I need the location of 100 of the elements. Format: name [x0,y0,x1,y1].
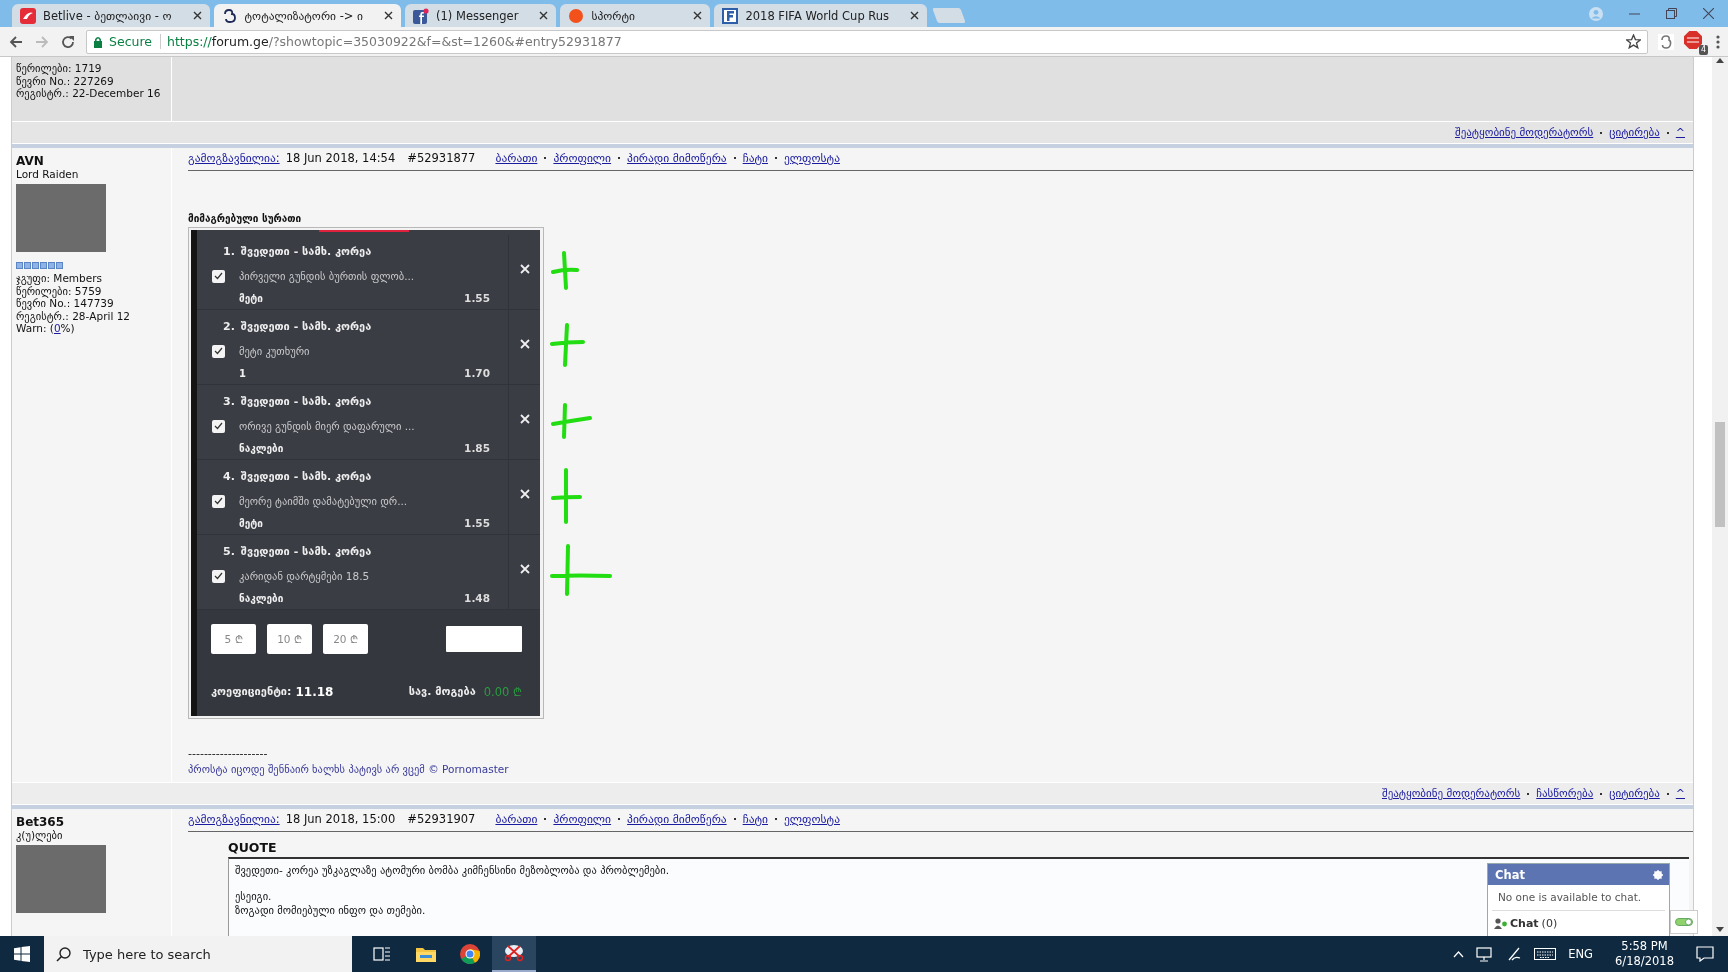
stake-button[interactable]: 20 ₾ [323,624,368,654]
profile-info: რეგისტრ.: 22-December 16 [16,87,162,100]
author-name: AVN [16,154,45,168]
post-action-link[interactable]: შეატყობინე მოდერატორს [1381,787,1521,800]
gear-icon[interactable] [1653,869,1663,880]
pick-label: 1 [239,367,247,379]
back-arrow-icon[interactable] [8,33,24,50]
selection-number: 3. [223,394,235,408]
chat-toggle[interactable] [1670,910,1698,934]
chevron-up-icon[interactable] [1453,950,1465,958]
browser-logo-icon[interactable] [460,944,480,964]
quote-text: შვედეთი- კორეა უზკაგლაზე ატომური ბომბა კიმჩენსინი მეზობლობა და პრობლემები. [235,863,670,877]
post-action-link[interactable]: ჩასწორება [1536,787,1594,800]
task-view-icon[interactable] [373,947,391,961]
scroll-down-icon[interactable] [1716,927,1724,933]
selection-number: 1. [223,244,235,258]
author-name: Bet365 [16,815,66,829]
win-amount: 0.00 ₾ [483,684,522,699]
post-action-link[interactable]: ^ [1675,126,1685,139]
post-number[interactable]: #52931877 [407,151,476,165]
browser-tab[interactable]: 2018 FIFA World Cup Rus [714,4,928,27]
notification-icon[interactable] [1696,946,1714,962]
post-action-link[interactable]: შეატყობინე მოდერატორს [1455,126,1594,139]
selection-number: 5. [223,544,235,558]
match-title: შვედეთი - სამხ. კორეა [240,469,372,483]
close-icon[interactable] [384,11,394,20]
checkbox[interactable] [211,269,225,283]
profile-link[interactable]: ჩატი [742,151,768,165]
selection-number: 4. [223,469,235,483]
close-icon[interactable] [693,11,703,20]
profile-link[interactable]: ბარათი [495,812,538,826]
keyboard-icon[interactable] [1534,948,1557,960]
browser-tab[interactable]: (1) Messenger [405,4,557,27]
match-title: შვედეთი - სამხ. კორეა [240,544,372,558]
total-odds: 11.18 [295,684,334,699]
clock-time: 5:58 PM [1620,939,1669,954]
checkbox[interactable] [211,344,225,358]
reload-icon[interactable] [60,33,76,50]
stake-input[interactable] [446,626,522,652]
post-action-link[interactable]: ციტირება [1609,126,1660,139]
scissors-app-icon[interactable] [503,943,525,963]
post-action-link[interactable]: ^ [1675,787,1685,800]
odds-value: 1.70 [464,367,490,379]
windows-logo-icon[interactable] [14,946,30,962]
market-name: ორივე გუნდის მიერ დაფარული ... [239,420,416,432]
address-field[interactable]: Secure https://forum.ge/?showtopic=35030922&f=&st=1260&#entry52931877 [86,29,1648,54]
scrollbar[interactable] [1712,57,1728,936]
restore-icon[interactable] [1666,8,1677,19]
stop-sign-icon[interactable] [1684,30,1702,49]
match-title: შვედეთი - სამხ. კორეა [240,244,372,258]
extension-icon[interactable] [1658,33,1674,50]
warn-link[interactable]: 0 [53,322,61,334]
profile-link[interactable]: პირადი მიმოწერა [627,812,727,826]
odds-value: 1.55 [464,517,490,529]
checkbox[interactable] [211,419,225,433]
profile-link[interactable]: ელფოსტა [784,812,840,826]
odds-value: 1.55 [464,292,490,304]
market-name: პირველი გუნდის ბურთის ფლობ... [239,270,416,282]
stake-button[interactable]: 10 ₾ [267,624,312,654]
posted-label[interactable]: გამოგზავნილია: [188,151,280,165]
pick-label: ნაკლები [239,592,285,604]
profile-link[interactable]: ბარათი [495,151,538,165]
network-icon[interactable] [1476,946,1495,962]
close-icon[interactable] [539,11,549,20]
match-title: შვედეთი - სამხ. კორეა [240,319,372,333]
stake-button[interactable]: 5 ₾ [211,624,256,654]
profile-link[interactable]: პირადი მიმოწერა [627,151,727,165]
profile-info: ჯგუფი: Members [16,272,103,285]
post-number[interactable]: #52931907 [407,812,476,826]
secure-label: Secure [109,34,161,49]
pen-icon[interactable] [1506,946,1523,962]
browser-tab[interactable]: Betlive - ბეთლაივი - ო [12,4,210,27]
pick-label: მეტი [239,292,264,304]
search-field[interactable]: Type here to search [44,936,352,972]
browser-tab[interactable]: ტოტალიზატორი -> ი [213,4,402,27]
close-icon[interactable] [910,11,920,20]
circle-logo-icon [568,7,585,24]
chat-count: (0) [1541,917,1558,930]
checkbox[interactable] [211,494,225,508]
profile-link[interactable]: პროფილი [553,812,612,826]
profile-link[interactable]: პროფილი [553,151,612,165]
folder-icon[interactable] [416,946,436,962]
profile-link[interactable]: ელფოსტა [784,151,840,165]
close-icon[interactable] [192,11,202,20]
f-logo-icon [722,7,739,24]
warn-level: Warn: (0%) [16,322,76,335]
odds-value: 1.48 [464,592,490,604]
quote-text: ზოგადი მომიებული ინფო და თემები. [235,903,426,917]
posted-label[interactable]: გამოგზავნილია: [188,812,280,826]
star-icon[interactable] [1626,34,1641,49]
pick-label: მეტი [239,517,264,529]
menu-icon[interactable] [1716,34,1720,49]
post-action-link[interactable]: ციტირება [1609,787,1660,800]
browser-tab[interactable]: სპორტი [560,4,711,27]
checkbox[interactable] [211,569,225,583]
scroll-thumb[interactable] [1715,422,1725,527]
match-title: შვედეთი - სამხ. კორეა [240,394,372,408]
language-indicator[interactable]: ENG [1568,947,1594,961]
selection-number: 2. [223,319,235,333]
profile-link[interactable]: ჩატი [742,812,768,826]
